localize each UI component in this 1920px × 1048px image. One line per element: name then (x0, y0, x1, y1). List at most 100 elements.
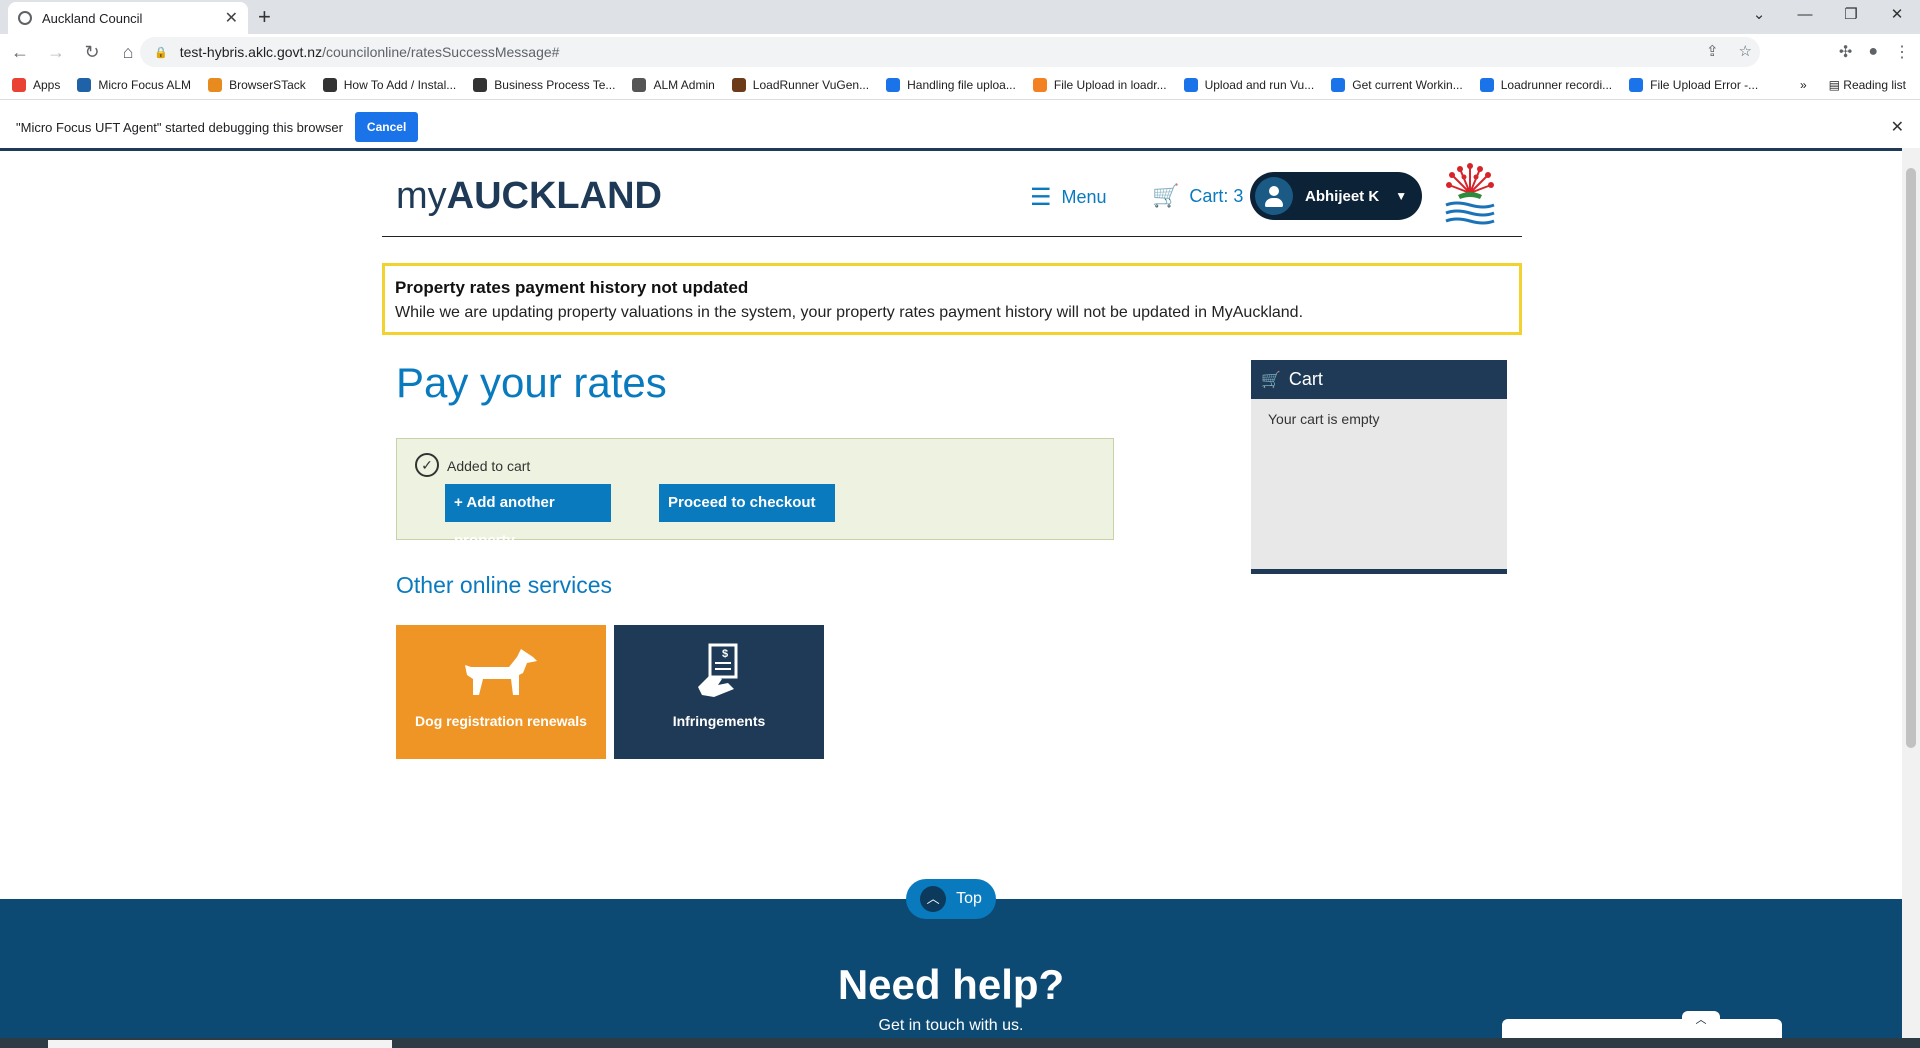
user-menu-button[interactable]: Abhijeet K ▼ (1250, 172, 1422, 220)
taskbar-search[interactable] (48, 1040, 392, 1048)
cart-panel-header: 🛒 Cart (1251, 360, 1507, 399)
lock-icon[interactable]: 🔒 (154, 46, 168, 59)
chevron-up-icon: ︿ (1682, 1011, 1720, 1027)
tab-title: Auckland Council (42, 10, 143, 26)
bookmark-label: Apps (33, 77, 61, 92)
globe-icon (18, 11, 32, 25)
infringement-document-icon: $ (698, 643, 738, 697)
share-icon[interactable]: ⇪ (1706, 37, 1719, 67)
close-tab-icon[interactable]: ✕ (225, 8, 238, 28)
bookmark-favicon-icon (632, 77, 647, 92)
bookmark-item[interactable]: File Upload in loadr... (1032, 77, 1167, 92)
chat-widget-tab[interactable]: ︿ (1502, 1011, 1782, 1038)
dog-icon (465, 649, 537, 695)
shopping-cart-icon: 🛒 (1152, 183, 1180, 208)
close-window-button[interactable]: ✕ (1874, 0, 1920, 30)
back-button[interactable]: ← (4, 42, 36, 63)
bookmark-favicon-icon (473, 77, 488, 92)
bookmark-favicon-icon (1479, 77, 1494, 92)
bookmark-label: Loadrunner recordi... (1500, 77, 1613, 92)
header-cart-link[interactable]: 🛒 Cart: 3 (1152, 183, 1243, 209)
browser-toolbar: ← → ↻ ⌂ 🔒 test-hybris.aklc.govt.nz/counc… (0, 34, 1920, 70)
alert-text: While we are updating property valuation… (395, 304, 1304, 321)
forward-button[interactable]: → (40, 42, 72, 63)
bookmarks-overflow-icon[interactable]: » (1800, 70, 1807, 99)
infringements-tile[interactable]: $ Infringements (614, 625, 824, 759)
browser-tab-strip: Auckland Council ✕ + ⌄ — ❐ ✕ (0, 0, 1920, 34)
header-cart-label: Cart: 3 (1189, 185, 1244, 206)
profile-icon[interactable]: ● (1868, 43, 1878, 61)
plus-icon: + (454, 494, 463, 511)
proceed-to-checkout-button[interactable]: Proceed to checkout (659, 484, 835, 522)
other-services-heading: Other online services (396, 572, 613, 598)
bookmark-item[interactable]: Apps (12, 77, 61, 92)
address-bar[interactable]: 🔒 test-hybris.aklc.govt.nz/councilonline… (140, 37, 1760, 67)
bookmarks-bar: Apps Micro Focus ALM BrowserSTack How To Ad… (0, 70, 1920, 100)
bookmark-item[interactable]: LoadRunner VuGen... (731, 77, 869, 92)
bookmark-favicon-icon (1629, 77, 1644, 92)
chevron-up-icon: ︿ (920, 886, 947, 912)
bookmark-item[interactable]: Get current Workin... (1331, 77, 1463, 92)
check-circle-icon: ✓ (415, 453, 439, 477)
bookmark-favicon-icon (208, 77, 223, 92)
bookmark-favicon-icon (322, 77, 337, 92)
bookmark-item[interactable]: Business Process Te... (473, 77, 616, 92)
bookmark-item[interactable]: Handling file uploa... (886, 77, 1016, 92)
os-taskbar (0, 1038, 1920, 1048)
bookmark-star-icon[interactable]: ☆ (1739, 37, 1752, 67)
bookmark-item[interactable]: File Upload Error -... (1629, 77, 1759, 92)
dog-registration-tile[interactable]: Dog registration renewals (396, 625, 606, 759)
bookmark-label: Handling file uploa... (907, 77, 1016, 92)
auckland-council-crest-icon (1445, 163, 1495, 225)
menu-button[interactable]: ☰ Menu (1030, 183, 1107, 212)
cart-empty-text: Your cart is empty (1268, 411, 1380, 427)
infobar-text: "Micro Focus UFT Agent" started debuggin… (16, 119, 343, 135)
scrollbar-thumb[interactable] (1906, 168, 1916, 748)
cart-panel-title: Cart (1288, 369, 1323, 389)
window-controls: ⌄ — ❐ ✕ (1736, 0, 1920, 30)
bookmark-item[interactable]: Micro Focus ALM (77, 77, 191, 92)
success-message: Added to cart (447, 458, 531, 474)
restore-button[interactable]: ❐ (1828, 0, 1874, 30)
add-another-property-button[interactable]: + Add another property (445, 484, 611, 549)
apps-grid-icon (12, 77, 26, 92)
bookmark-item[interactable]: BrowserSTack (208, 77, 306, 92)
rates-history-alert: Property rates payment history not updat… (382, 263, 1522, 335)
close-infobar-icon[interactable]: ✕ (1891, 117, 1904, 137)
browser-tab[interactable]: Auckland Council ✕ (8, 2, 248, 34)
bookmark-item[interactable]: Upload and run Vu... (1183, 77, 1315, 92)
reading-list[interactable]: ▤ Reading list (1829, 70, 1906, 99)
web-page: myAUCKLAND ☰ Menu 🛒 Cart: 3 Abhijeet K ▼ (0, 148, 1902, 1038)
bookmark-item[interactable]: Loadrunner recordi... (1479, 77, 1613, 92)
alert-title: Property rates payment history not updat… (395, 278, 749, 297)
tab-search-icon[interactable]: ⌄ (1736, 0, 1782, 30)
cancel-debug-button[interactable]: Cancel (354, 112, 419, 142)
new-tab-button[interactable]: + (258, 4, 271, 30)
myauckland-logo[interactable]: myAUCKLAND (396, 175, 662, 218)
bookmark-label: Upload and run Vu... (1204, 77, 1315, 92)
menu-label: Menu (1061, 187, 1107, 207)
minimize-button[interactable]: — (1782, 0, 1828, 30)
top-label: Top (956, 890, 982, 907)
user-avatar-icon (1255, 177, 1293, 215)
bookmark-item[interactable]: How To Add / Instal... (322, 77, 456, 92)
bookmark-favicon-icon (886, 77, 901, 92)
bookmark-item[interactable]: ALM Admin (632, 77, 715, 92)
reading-list-label: Reading list (1843, 78, 1906, 92)
bookmark-label: Business Process Te... (494, 77, 616, 92)
bookmark-label: File Upload in loadr... (1053, 77, 1167, 92)
bookmark-favicon-icon (1331, 77, 1346, 92)
chevron-down-icon: ▼ (1395, 189, 1408, 203)
extensions-icon[interactable]: ✣ (1839, 42, 1852, 62)
dog-tile-label: Dog registration renewals (415, 713, 587, 729)
bookmark-label: ALM Admin (653, 77, 715, 92)
bookmark-favicon-icon (731, 77, 746, 92)
hamburger-icon: ☰ (1030, 184, 1052, 211)
page-title: Pay your rates (396, 359, 667, 406)
back-to-top-button[interactable]: ︿ Top (906, 879, 996, 919)
reload-button[interactable]: ↻ (76, 42, 108, 63)
page-scrollbar[interactable] (1902, 148, 1920, 1038)
bookmark-label: File Upload Error -... (1650, 77, 1759, 92)
more-menu-icon[interactable]: ⋮ (1894, 42, 1910, 62)
help-footer: Need help? Get in touch with us. (0, 899, 1902, 1038)
